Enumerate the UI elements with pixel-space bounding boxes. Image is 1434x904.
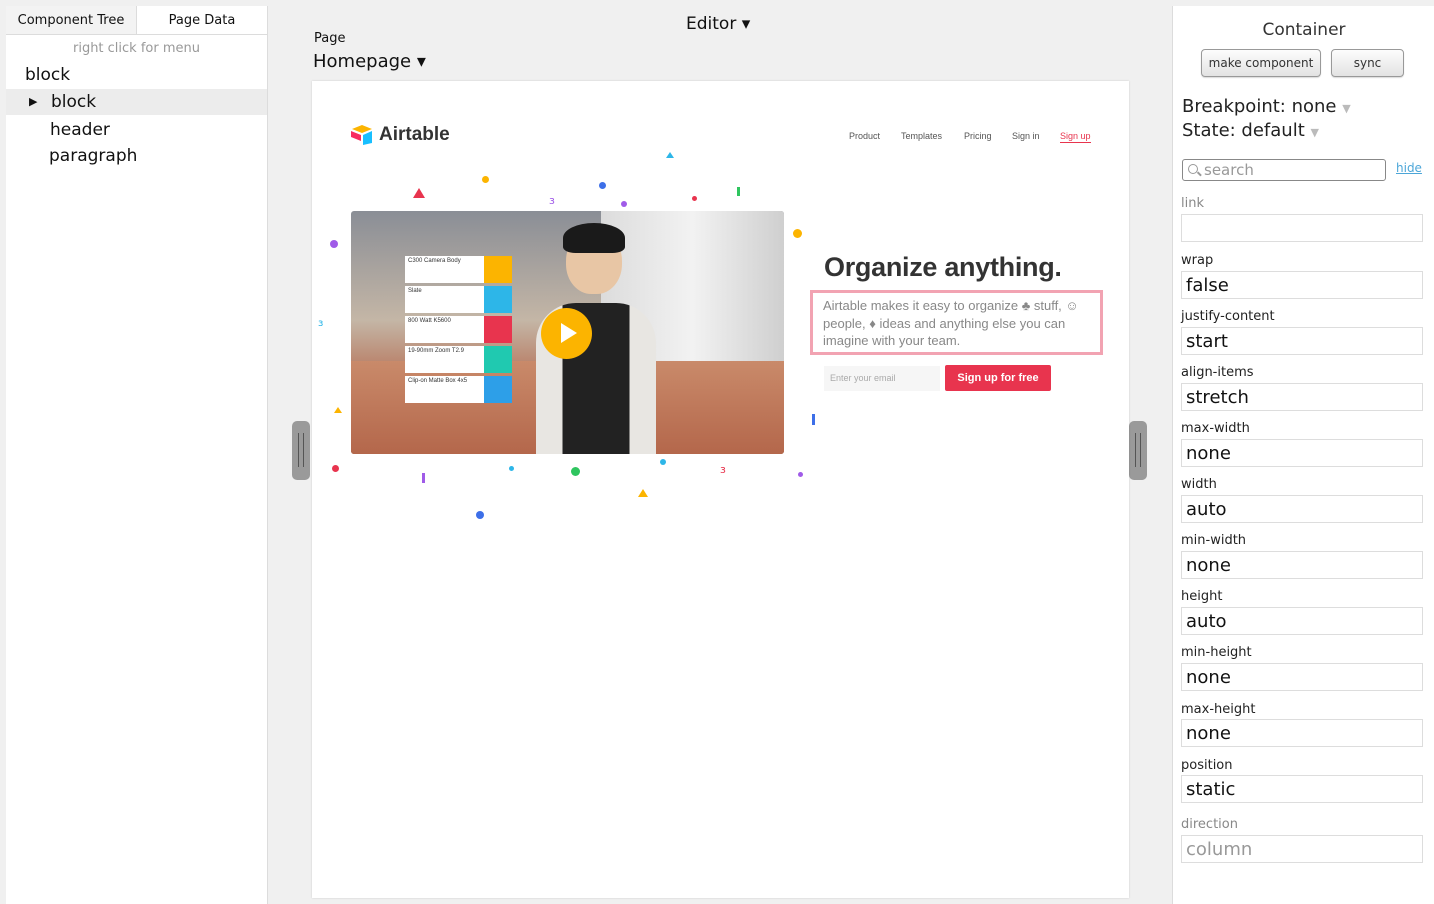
component-tree-panel: Component Tree Page Data right click for… [6, 6, 268, 904]
play-button[interactable] [541, 308, 592, 359]
confetti-squiggle: ɜ [549, 194, 555, 207]
dropdown-arrow-icon: ▼ [1342, 102, 1351, 115]
prop-field-align-items[interactable]: stretch [1181, 383, 1423, 411]
video-card: Clip-on Matte Box 4x5 [405, 376, 512, 403]
confetti-dot [332, 465, 339, 472]
nav-templates[interactable]: Templates [901, 131, 942, 141]
left-resize-handle[interactable] [292, 421, 310, 480]
prop-field-justify-content[interactable]: start [1181, 327, 1423, 355]
prop-field-link[interactable] [1181, 214, 1423, 242]
expand-caret-icon[interactable]: ▶ [29, 89, 37, 115]
confetti-dot [621, 201, 627, 207]
tree-node-label: block [25, 65, 71, 85]
preview-canvas[interactable]: Airtable Product Templates Pricing Sign … [312, 81, 1129, 898]
prop-field-max-width[interactable]: none [1181, 439, 1423, 467]
email-input[interactable]: Enter your email [824, 366, 940, 391]
tree-node-header[interactable]: header [6, 117, 267, 143]
prop-field-min-height[interactable]: none [1181, 663, 1423, 691]
confetti-strip [812, 414, 815, 425]
confetti-triangle [638, 489, 648, 497]
tree-node-label: header [50, 120, 110, 140]
prop-field-position[interactable]: static [1181, 775, 1423, 803]
video-card-list: C300 Camera Body Slate 800 Watt K5600 19… [405, 256, 512, 406]
tree-node-paragraph[interactable]: paragraph [6, 143, 267, 169]
prop-field-min-width[interactable]: none [1181, 551, 1423, 579]
confetti-strip [422, 473, 425, 483]
prop-label-max-width: max-width [1181, 421, 1250, 436]
video-card: C300 Camera Body [405, 256, 512, 283]
property-search-input[interactable]: search [1182, 159, 1386, 181]
prop-label-align-items: align-items [1181, 365, 1254, 380]
confetti-dot [660, 459, 666, 465]
nav-pricing[interactable]: Pricing [964, 131, 992, 141]
dropdown-arrow-icon: ▼ [1310, 126, 1319, 139]
prop-label-min-width: min-width [1181, 533, 1247, 548]
airtable-logo[interactable]: Airtable [350, 124, 450, 146]
confetti-dot [476, 511, 484, 519]
video-card: 19-90mm Zoom T2.9 [405, 346, 512, 373]
prop-label-max-height: max-height [1181, 702, 1256, 717]
make-component-button[interactable]: make component [1201, 49, 1321, 77]
confetti-triangle [666, 152, 674, 158]
logo-text: Airtable [379, 124, 450, 145]
breakpoint-select[interactable]: Breakpoint: none ▼ [1182, 96, 1351, 117]
panel-title: Container [1262, 20, 1346, 40]
confetti-dot [571, 467, 580, 476]
prop-label-wrap: wrap [1181, 253, 1214, 268]
prop-field-max-height[interactable]: none [1181, 719, 1423, 747]
confetti-squiggle: ɜ [318, 318, 324, 329]
prop-label-min-height: min-height [1181, 645, 1252, 660]
page-select[interactable]: Homepage ▾ [313, 51, 426, 72]
prop-label-link: link [1181, 196, 1204, 211]
airtable-logo-icon [351, 125, 372, 145]
confetti-dot [330, 240, 338, 248]
video-card: 800 Watt K5600 [405, 316, 512, 343]
prop-label-width: width [1181, 477, 1217, 492]
hero-headline: Organize anything. [824, 252, 1062, 282]
context-menu-hint: right click for menu [72, 41, 200, 56]
prop-label-direction: direction [1181, 817, 1238, 832]
prop-label-justify-content: justify-content [1181, 309, 1275, 324]
video-card: Slate [405, 286, 512, 313]
nav-sign-in[interactable]: Sign in [1012, 131, 1040, 141]
editor-menu[interactable]: Editor ▾ [686, 14, 750, 34]
confetti-dot [793, 229, 802, 238]
search-icon [1188, 164, 1198, 174]
tab-component-tree[interactable]: Component Tree [6, 6, 137, 34]
signup-free-button[interactable]: Sign up for free [945, 365, 1051, 391]
prop-label-height: height [1181, 589, 1223, 604]
confetti-dot [798, 472, 803, 477]
prop-field-direction[interactable]: column [1181, 835, 1423, 863]
hide-link[interactable]: hide [1396, 161, 1422, 175]
tree-node-block-root[interactable]: block [6, 62, 267, 88]
confetti-squiggle: ɜ [720, 463, 726, 476]
page-label: Page [314, 31, 346, 46]
left-panel-tabs: Component Tree Page Data [6, 6, 267, 35]
sync-button[interactable]: sync [1331, 49, 1404, 77]
prop-label-position: position [1181, 758, 1233, 773]
hero-video[interactable]: C300 Camera Body Slate 800 Watt K5600 19… [351, 211, 784, 454]
confetti-dot [482, 176, 489, 183]
right-resize-handle[interactable] [1129, 421, 1147, 480]
tab-page-data[interactable]: Page Data [137, 6, 267, 34]
tree-node-block-selected[interactable]: ▶ block [6, 89, 267, 115]
confetti-triangle [334, 407, 342, 413]
nav-product[interactable]: Product [849, 131, 880, 141]
hero-paragraph-selected[interactable]: Airtable makes it easy to organize ♣ stu… [810, 290, 1103, 355]
prop-field-wrap[interactable]: false [1181, 271, 1423, 299]
nav-sign-up[interactable]: Sign up [1060, 131, 1091, 143]
prop-field-width[interactable]: auto [1181, 495, 1423, 523]
confetti-strip [737, 187, 740, 196]
prop-field-height[interactable]: auto [1181, 607, 1423, 635]
confetti-triangle [413, 188, 425, 198]
properties-panel: Container make component sync Breakpoint… [1172, 6, 1434, 904]
state-select[interactable]: State: default ▼ [1182, 120, 1319, 141]
tree-node-label: paragraph [49, 146, 138, 166]
confetti-dot [509, 466, 514, 471]
confetti-dot [599, 182, 606, 189]
confetti-dot [692, 196, 697, 201]
tree-node-label: block [51, 92, 97, 112]
